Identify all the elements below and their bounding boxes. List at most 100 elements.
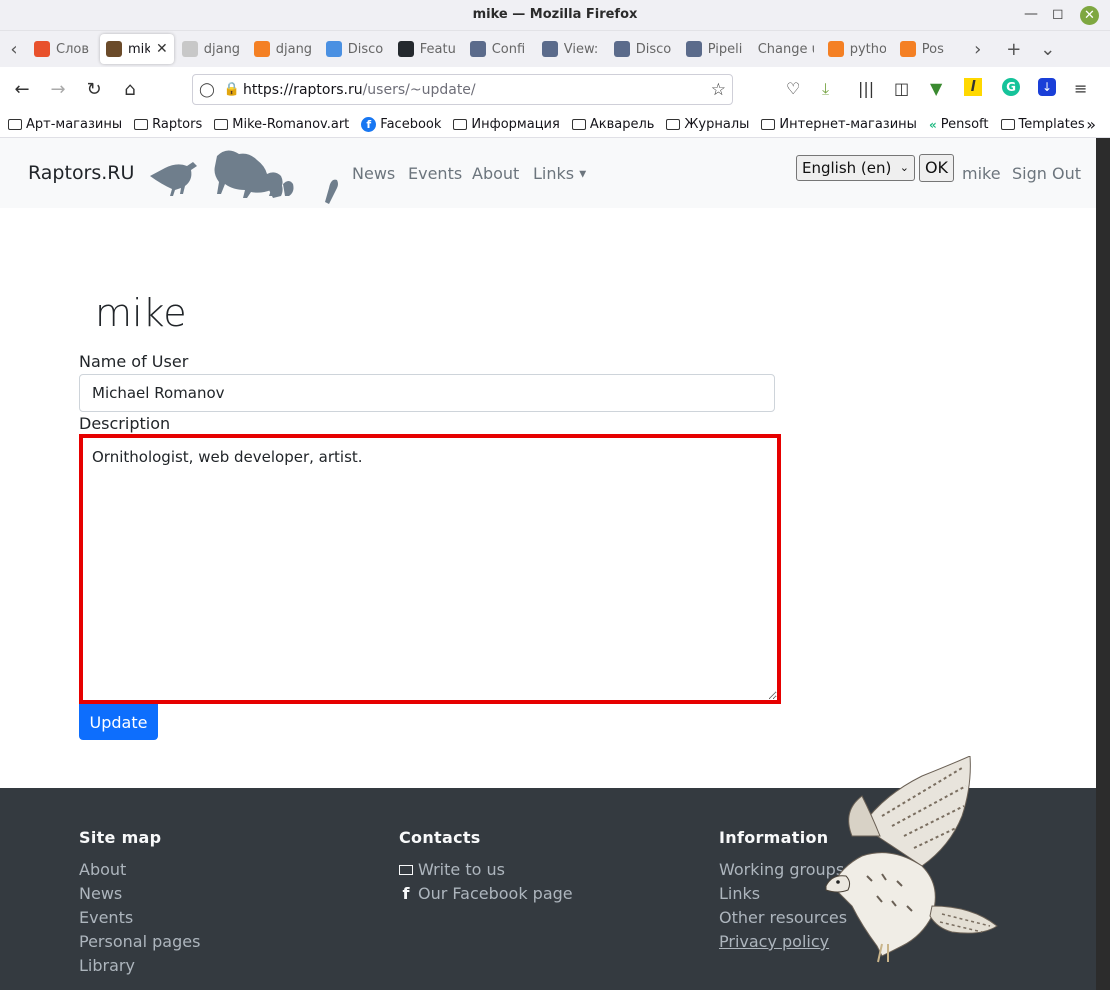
minimize-icon[interactable]: — bbox=[1024, 6, 1038, 22]
tab-label: View: bbox=[563, 41, 599, 57]
tab-label: Disco bbox=[635, 41, 672, 57]
tab-8[interactable]: Disco bbox=[608, 34, 678, 64]
bookmark-4[interactable]: Информация bbox=[453, 117, 560, 132]
bookmark-2[interactable]: Mike-Romanov.art bbox=[214, 117, 349, 132]
lock-icon[interactable]: 🔒 bbox=[221, 82, 243, 97]
bookmarks-overflow-icon[interactable]: » bbox=[1086, 115, 1096, 134]
footer-link-news[interactable]: News bbox=[79, 884, 122, 903]
url-path: /users/~update/ bbox=[362, 81, 476, 98]
bookmark-5[interactable]: Акварель bbox=[571, 117, 655, 132]
scrollbar[interactable] bbox=[1096, 138, 1110, 990]
download-icon[interactable]: ⤓ bbox=[822, 79, 829, 99]
bookmark-6[interactable]: Журналы bbox=[666, 117, 749, 132]
footer-link-events[interactable]: Events bbox=[79, 908, 133, 927]
shield-icon[interactable]: ◯ bbox=[193, 82, 221, 98]
folder-icon bbox=[453, 119, 468, 130]
stackoverflow-favicon-icon bbox=[253, 41, 270, 57]
bookmark-9[interactable]: Templates bbox=[1000, 117, 1085, 132]
description-textarea[interactable]: Ornithologist, web developer, artist. bbox=[79, 434, 781, 704]
site-brand[interactable]: Raptors.RU bbox=[28, 162, 134, 184]
folder-icon bbox=[666, 119, 681, 130]
language-ok-button[interactable]: OK bbox=[919, 154, 954, 182]
tabs-scroll-right-icon[interactable]: › bbox=[964, 39, 992, 60]
reload-icon[interactable]: ↻ bbox=[76, 79, 112, 100]
nav-about[interactable]: About bbox=[472, 164, 519, 183]
footer-link-facebook[interactable]: f Our Facebook page bbox=[399, 884, 573, 903]
update-button[interactable]: Update bbox=[79, 704, 158, 740]
tab-5[interactable]: Featu bbox=[392, 34, 462, 64]
language-selected: English (en) bbox=[802, 159, 892, 177]
bookmark-7[interactable]: Интернет-магазины bbox=[761, 117, 917, 132]
sidebar-icon[interactable]: ◫ bbox=[894, 79, 909, 98]
footer-link-write[interactable]: Write to us bbox=[399, 860, 505, 879]
star-icon[interactable]: ☆ bbox=[711, 80, 726, 100]
new-tab-icon[interactable]: + bbox=[1000, 39, 1028, 60]
pocket-icon[interactable]: ♡ bbox=[786, 79, 800, 98]
tab-2[interactable]: djang bbox=[176, 34, 246, 64]
navigation-toolbar: ← → ↻ ⌂ ◯ 🔒 https://raptors.ru/users/~up… bbox=[0, 67, 1110, 112]
tab-0[interactable]: Слов bbox=[28, 34, 98, 64]
nav-events[interactable]: Events bbox=[408, 164, 462, 183]
home-icon[interactable]: ⌂ bbox=[112, 79, 148, 100]
name-input[interactable] bbox=[79, 374, 775, 412]
bookmark-label: Raptors bbox=[152, 117, 203, 132]
footer-link-library[interactable]: Library bbox=[79, 956, 135, 975]
menu-icon[interactable]: ≡ bbox=[1074, 79, 1087, 98]
tab-9[interactable]: Pipeli bbox=[680, 34, 750, 64]
footer-link-write-label: Write to us bbox=[418, 860, 505, 879]
close-window-icon[interactable]: ✕ bbox=[1080, 6, 1099, 25]
extension-l-icon[interactable]: l bbox=[964, 78, 982, 96]
nav-user[interactable]: mike bbox=[962, 164, 1001, 183]
footer-link-personal-pages[interactable]: Personal pages bbox=[79, 932, 200, 951]
tab-4[interactable]: Disco bbox=[320, 34, 390, 64]
maximize-icon[interactable]: ◻ bbox=[1052, 6, 1064, 22]
footer-link-privacy-policy[interactable]: Privacy policy bbox=[719, 932, 829, 951]
tab-12[interactable]: Pos bbox=[894, 34, 964, 64]
nav-links-dropdown[interactable]: Links ▼ bbox=[533, 164, 586, 183]
grammarly-icon[interactable]: G bbox=[1002, 78, 1020, 96]
back-icon[interactable]: ← bbox=[4, 79, 40, 100]
doc-favicon-icon bbox=[541, 41, 558, 57]
bookmark-label: Templates bbox=[1018, 117, 1085, 132]
extension-arrow-icon[interactable]: ▼ bbox=[930, 79, 942, 98]
language-select[interactable]: English (en) ⌄ bbox=[796, 155, 915, 181]
bookmark-label: Акварель bbox=[589, 117, 655, 132]
footer-link-links[interactable]: Links bbox=[719, 884, 760, 903]
nav-news[interactable]: News bbox=[352, 164, 395, 183]
close-tab-icon[interactable]: ✕ bbox=[156, 41, 168, 57]
library-icon[interactable]: ||| bbox=[858, 79, 874, 98]
p-favicon-icon bbox=[34, 41, 50, 57]
tab-11[interactable]: pytho bbox=[822, 34, 892, 64]
nav-sign-out[interactable]: Sign Out bbox=[1012, 164, 1081, 183]
bookmark-0[interactable]: Арт-магазины bbox=[8, 117, 122, 132]
bookmark-8[interactable]: «Pensoft bbox=[929, 117, 989, 132]
description-label: Description bbox=[79, 414, 171, 433]
bookmark-3[interactable]: f Facebook bbox=[361, 117, 441, 132]
tab-6[interactable]: Confi bbox=[464, 34, 534, 64]
tab-3[interactable]: djang bbox=[248, 34, 318, 64]
footer-contacts-heading: Contacts bbox=[399, 828, 481, 847]
tab-1[interactable]: mike ✕ bbox=[100, 34, 174, 64]
tab-10[interactable]: Change u bbox=[752, 34, 820, 64]
folder-icon bbox=[214, 119, 229, 130]
envelope-icon bbox=[399, 864, 413, 875]
tab-7[interactable]: View: bbox=[536, 34, 606, 64]
tab-label: mike bbox=[128, 41, 150, 57]
bookmark-1[interactable]: Raptors bbox=[134, 117, 202, 132]
address-bar[interactable]: ◯ 🔒 https://raptors.ru/users/~update/ ☆ bbox=[192, 74, 733, 105]
name-label: Name of User bbox=[79, 352, 189, 371]
tab-strip: ‹ Слов mike ✕ djang djang Disco Featu Confi View… bbox=[0, 31, 1110, 67]
folder-icon bbox=[8, 119, 22, 130]
django-favicon-icon bbox=[325, 41, 342, 57]
facebook-icon: f bbox=[361, 117, 377, 132]
forward-icon[interactable]: → bbox=[40, 79, 76, 100]
extension-download-icon[interactable]: ↓ bbox=[1038, 78, 1056, 96]
tabs-scroll-left-icon[interactable]: ‹ bbox=[0, 39, 28, 60]
footer-sitemap-heading: Site map bbox=[79, 828, 162, 847]
footer-link-about[interactable]: About bbox=[79, 860, 126, 879]
bookmark-label: Facebook bbox=[380, 117, 442, 132]
falcon-illustration-icon bbox=[825, 756, 998, 963]
tab-list-chevron-icon[interactable]: ⌄ bbox=[1034, 39, 1062, 60]
doc-favicon-icon bbox=[685, 41, 702, 57]
pensoft-icon: « bbox=[928, 117, 937, 132]
